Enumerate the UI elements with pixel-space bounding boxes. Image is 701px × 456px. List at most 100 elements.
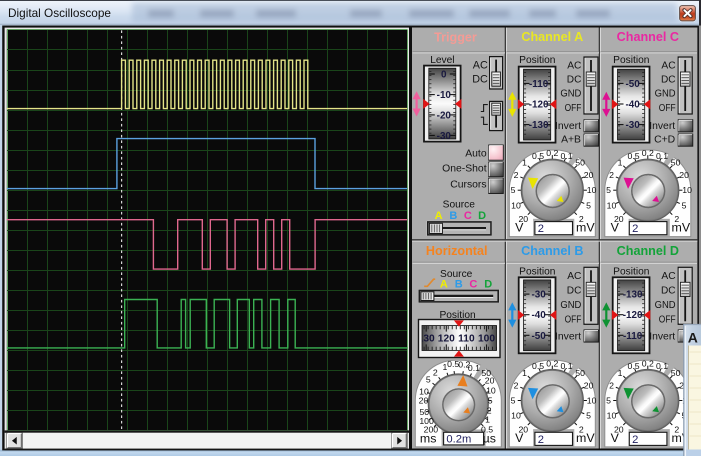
svg-text:V: V [515,221,524,235]
svg-text:10: 10 [587,396,597,406]
svg-text:10: 10 [607,200,617,210]
svg-text:Invert: Invert [649,331,675,342]
svg-text:AC: AC [473,60,488,72]
svg-text:-110: -110 [529,79,549,90]
svg-text:Position: Position [613,55,649,66]
svg-text:1: 1 [522,158,527,168]
svg-text:mV: mV [576,221,595,235]
svg-text:20: 20 [584,170,594,180]
svg-text:1: 1 [485,415,490,425]
svg-text:-110: -110 [623,331,643,342]
svg-text:-30: -30 [531,290,546,301]
svg-text:5: 5 [586,411,591,421]
svg-text:-40: -40 [625,100,640,111]
svg-text:Trigger: Trigger [434,30,477,44]
svg-text:One-Shot: One-Shot [442,163,487,174]
svg-text:-30: -30 [625,120,640,131]
svg-text:5: 5 [511,396,516,406]
svg-text:50: 50 [671,158,681,168]
svg-text:5: 5 [682,200,687,210]
svg-text:B: B [455,279,463,291]
svg-text:Cursors: Cursors [450,179,486,190]
svg-text:Position: Position [613,266,649,277]
svg-text:5: 5 [606,396,611,406]
svg-text:0.1: 0.1 [468,363,480,373]
svg-text:V: V [515,431,524,445]
svg-text:-120: -120 [529,100,549,111]
svg-text:0: 0 [441,70,447,81]
svg-text:DC: DC [661,74,676,86]
svg-text:AC: AC [567,270,582,282]
svg-text:0.5: 0.5 [532,361,544,371]
svg-text:2: 2 [538,434,544,446]
svg-text:1: 1 [442,362,447,372]
svg-text:V: V [611,431,620,445]
svg-text:mV: mV [576,431,595,445]
svg-text:0.1: 0.1 [656,361,668,371]
svg-text:-30: -30 [437,131,452,142]
svg-text:AC: AC [661,270,676,282]
svg-text:20: 20 [419,396,429,406]
svg-text:A: A [440,279,448,291]
svg-text:OFF: OFF [565,102,582,114]
svg-text:AC: AC [567,60,582,72]
svg-text:10: 10 [486,386,496,396]
svg-text:2: 2 [609,170,614,180]
svg-text:Invert: Invert [555,121,581,132]
svg-text:20: 20 [679,170,689,180]
svg-text:2: 2 [632,223,638,235]
svg-text:C: C [464,210,472,222]
svg-text:OFF: OFF [659,313,676,325]
svg-text:A: A [435,210,443,222]
svg-text:2: 2 [538,223,544,235]
svg-text:C: C [469,279,477,291]
svg-text:5: 5 [488,396,493,406]
svg-text:OFF: OFF [659,102,676,114]
svg-text:DC: DC [567,74,582,86]
svg-text:120: 120 [438,333,455,344]
svg-text:D: D [484,279,492,291]
svg-text:0.2: 0.2 [642,148,654,158]
svg-text:0.5: 0.5 [628,361,640,371]
svg-text:100: 100 [478,333,495,344]
svg-text:1: 1 [522,368,527,378]
svg-text:Auto: Auto [465,148,487,159]
svg-text:10: 10 [511,411,521,421]
svg-text:DC: DC [567,285,582,297]
svg-text:0.2: 0.2 [546,148,558,158]
svg-text:2: 2 [433,368,438,378]
svg-text:0.5: 0.5 [628,151,640,161]
svg-text:1: 1 [618,368,623,378]
svg-text:10: 10 [587,185,597,195]
svg-text:A+B: A+B [561,135,581,146]
svg-text:10: 10 [607,411,617,421]
svg-text:5: 5 [511,185,516,195]
svg-text:D: D [478,210,486,222]
svg-text:-10: -10 [437,90,452,101]
svg-text:50: 50 [575,368,585,378]
svg-text:0.2m: 0.2m [446,434,471,446]
svg-text:Channel C: Channel C [617,30,679,44]
svg-text:2: 2 [514,170,519,180]
svg-text:0.2: 0.2 [642,358,654,368]
svg-text:mV: mV [672,221,691,235]
svg-text:GND: GND [560,299,581,311]
svg-text:10: 10 [511,200,521,210]
svg-text:DC: DC [472,73,488,85]
svg-text:0.5: 0.5 [532,151,544,161]
svg-text:Invert: Invert [649,121,675,132]
svg-text:-50: -50 [531,331,546,342]
svg-text:20: 20 [584,381,594,391]
svg-text:Channel D: Channel D [617,244,679,258]
svg-text:Horizontal: Horizontal [426,244,488,258]
svg-text:0.1: 0.1 [560,151,572,161]
svg-text:GND: GND [655,88,676,100]
svg-text:Channel B: Channel B [521,244,583,258]
svg-text:µs: µs [483,432,496,446]
svg-text:OFF: OFF [565,313,582,325]
svg-text:2: 2 [609,381,614,391]
svg-text:Source: Source [443,200,476,211]
svg-text:Level: Level [430,55,454,66]
svg-text:GND: GND [560,88,581,100]
svg-text:Channel A: Channel A [521,30,583,44]
